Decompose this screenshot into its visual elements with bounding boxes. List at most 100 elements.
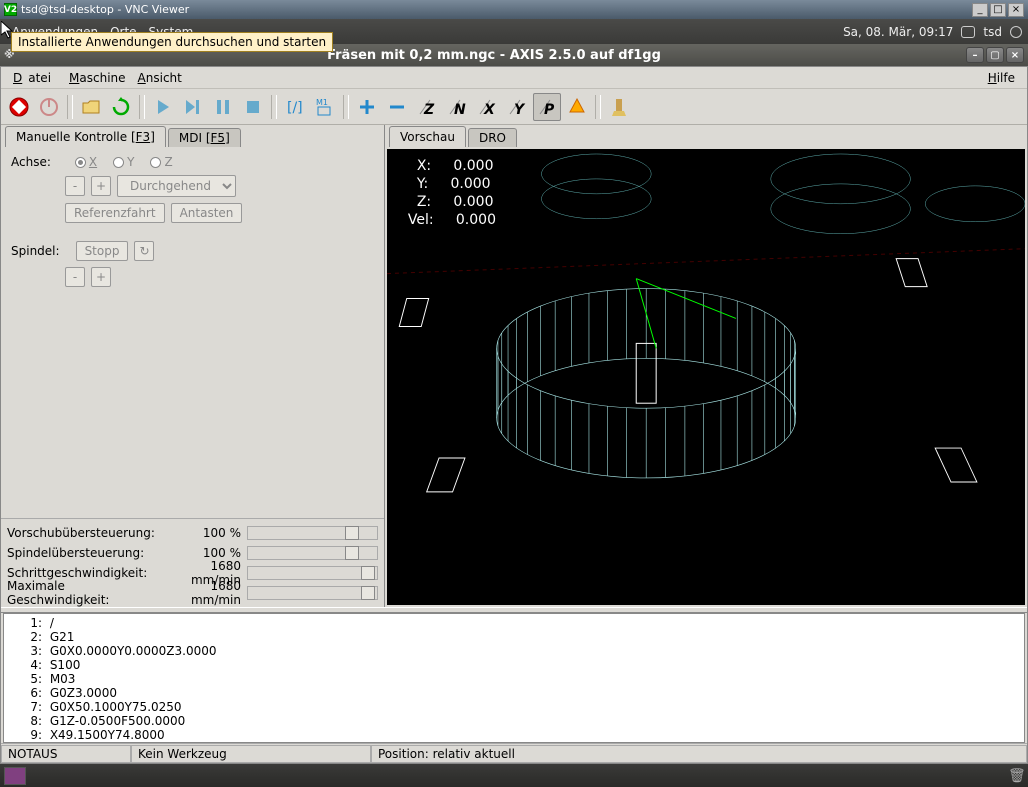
svg-text:M1: M1	[316, 98, 328, 107]
vnc-title: tsd@tsd-desktop - VNC Viewer	[21, 3, 189, 16]
svg-text:[/]: [/]	[287, 100, 303, 116]
menu-view[interactable]: Ansicht	[132, 69, 188, 87]
axis-x-radio[interactable]: X	[75, 155, 97, 169]
view-x-button[interactable]: X	[473, 93, 501, 121]
app-minimize-button[interactable]: –	[966, 47, 984, 63]
run-button[interactable]	[149, 93, 177, 121]
tab-dro[interactable]: DRO	[468, 128, 517, 147]
home-button[interactable]: Referenzfahrt	[65, 203, 165, 223]
axis-application: Datei Maschine Ansicht Hilfe [/] M1 Z N …	[0, 66, 1028, 764]
override-sliders: Vorschubübersteuerung:100 % Spindelübers…	[1, 518, 384, 607]
status-estop: NOTAUS	[1, 745, 131, 763]
gnome-bottom-panel: 🗑	[0, 764, 1028, 787]
view-z-button[interactable]: Z	[413, 93, 441, 121]
feed-override-value: 100 %	[167, 526, 247, 540]
spindle-override-slider[interactable]	[247, 546, 378, 560]
vnc-titlebar: V2 tsd@tsd-desktop - VNC Viewer _ □ ×	[0, 0, 1028, 19]
tooltip: Installierte Anwendungen durchsuchen und…	[11, 32, 333, 52]
statusbar: NOTAUS Kein Werkzeug Position: relativ a…	[1, 743, 1027, 763]
gcode-line[interactable]: 7: G0X50.1000Y75.0250	[6, 700, 1022, 714]
gcode-line[interactable]: 4: S100	[6, 658, 1022, 672]
stop-button[interactable]	[239, 93, 267, 121]
optional-stop-button[interactable]: M1	[311, 93, 339, 121]
menu-file[interactable]: Datei	[7, 69, 63, 87]
right-panel: Vorschau DRO X: 0.000 Y: 0.000 Z: 0.000 …	[385, 125, 1027, 607]
tab-mdi[interactable]: MDI [F5]	[168, 128, 241, 147]
app-maximize-button[interactable]: ▢	[986, 47, 1004, 63]
svg-text:X: X	[483, 102, 496, 118]
view-n-button[interactable]: N	[443, 93, 471, 121]
panel-user[interactable]: tsd	[983, 25, 1002, 39]
tab-manual-control[interactable]: Manuelle Kontrolle [F3]	[5, 126, 166, 147]
spindle-plus-button[interactable]: +	[91, 267, 111, 287]
menu-help[interactable]: Hilfe	[982, 69, 1021, 87]
gcode-line[interactable]: 2: G21	[6, 630, 1022, 644]
gcode-line[interactable]: 6: G0Z3.0000	[6, 686, 1022, 700]
spindle-minus-button[interactable]: -	[65, 267, 85, 287]
skip-button[interactable]: [/]	[281, 93, 309, 121]
gcode-line[interactable]: 3: G0X0.0000Y0.0000Z3.0000	[6, 644, 1022, 658]
gcode-line[interactable]: 1: /	[6, 616, 1022, 630]
step-button[interactable]	[179, 93, 207, 121]
axis-y-radio[interactable]: Y	[113, 155, 134, 169]
gcode-listing[interactable]: 1: /2: G213: G0X0.0000Y0.0000Z3.00004: S…	[3, 613, 1025, 743]
svg-text:Y: Y	[514, 102, 526, 118]
toolbar: [/] M1 Z N X Y P	[1, 89, 1027, 125]
view-p-button[interactable]: P	[533, 93, 561, 121]
reload-button[interactable]	[107, 93, 135, 121]
svg-text:N: N	[454, 102, 466, 118]
tab-preview[interactable]: Vorschau	[389, 126, 466, 147]
clear-plot-button[interactable]	[605, 93, 633, 121]
power-icon[interactable]	[1010, 26, 1022, 38]
trash-icon[interactable]: 🗑	[1008, 768, 1024, 784]
vnc-minimize-button[interactable]: _	[972, 3, 988, 17]
feed-override-label: Vorschubübersteuerung:	[7, 526, 167, 540]
status-tool: Kein Werkzeug	[131, 745, 371, 763]
vnc-close-button[interactable]: ×	[1008, 3, 1024, 17]
pause-button[interactable]	[209, 93, 237, 121]
touchoff-button[interactable]: Antasten	[171, 203, 243, 223]
manual-controls: Achse: X Y Z - + Durchgehend Referenzfah…	[1, 147, 384, 518]
estop-button[interactable]	[5, 93, 33, 121]
preview-svg	[387, 149, 1025, 578]
gcode-line[interactable]: 8: G1Z-0.0500F500.0000	[6, 714, 1022, 728]
jog-plus-button[interactable]: +	[91, 176, 111, 196]
feed-override-slider[interactable]	[247, 526, 378, 540]
status-position: Position: relativ aktuell	[371, 745, 1027, 763]
max-velocity-value: 1680 mm/min	[167, 579, 247, 607]
axis-label: Achse:	[11, 155, 51, 169]
spindle-stop-button[interactable]: Stopp	[76, 241, 129, 261]
svg-text:Z: Z	[423, 102, 435, 118]
right-tabs: Vorschau DRO	[385, 125, 1027, 147]
menubar: Datei Maschine Ansicht Hilfe	[1, 67, 1027, 89]
max-velocity-slider[interactable]	[247, 586, 378, 600]
max-velocity-label: Maximale Geschwindigkeit:	[7, 579, 167, 607]
zoom-out-button[interactable]	[383, 93, 411, 121]
power-button[interactable]	[35, 93, 63, 121]
jog-mode-select[interactable]: Durchgehend	[117, 175, 236, 197]
svg-text:P: P	[544, 102, 555, 118]
menu-machine[interactable]: Maschine	[63, 69, 132, 87]
gcode-line[interactable]: 5: M03	[6, 672, 1022, 686]
vnc-icon: V2	[4, 3, 17, 16]
view-y-button[interactable]: Y	[503, 93, 531, 121]
chat-icon[interactable]	[961, 26, 975, 38]
jog-speed-label: Schrittgeschwindigkeit:	[7, 566, 167, 580]
preview-3d-view[interactable]: X: 0.000 Y: 0.000 Z: 0.000 Vel: 0.000	[387, 149, 1025, 605]
spindle-override-value: 100 %	[167, 546, 247, 560]
app-close-button[interactable]: ×	[1006, 47, 1024, 63]
spindle-override-label: Spindelübersteuerung:	[7, 546, 167, 560]
gcode-line[interactable]: 9: X49.1500Y74.8000	[6, 728, 1022, 742]
panel-datetime[interactable]: Sa, 08. Mär, 09:17	[843, 25, 953, 39]
spindle-direction-button[interactable]: ↻	[134, 241, 154, 261]
jog-minus-button[interactable]: -	[65, 176, 85, 196]
left-tabs: Manuelle Kontrolle [F3] MDI [F5]	[1, 125, 384, 147]
jog-speed-slider[interactable]	[247, 566, 378, 580]
zoom-in-button[interactable]	[353, 93, 381, 121]
taskbar-item[interactable]	[4, 767, 26, 785]
axis-z-radio[interactable]: Z	[150, 155, 172, 169]
vnc-maximize-button[interactable]: □	[990, 3, 1006, 17]
open-button[interactable]	[77, 93, 105, 121]
spindle-label: Spindel:	[11, 244, 60, 258]
toggle-cone-button[interactable]	[563, 93, 591, 121]
